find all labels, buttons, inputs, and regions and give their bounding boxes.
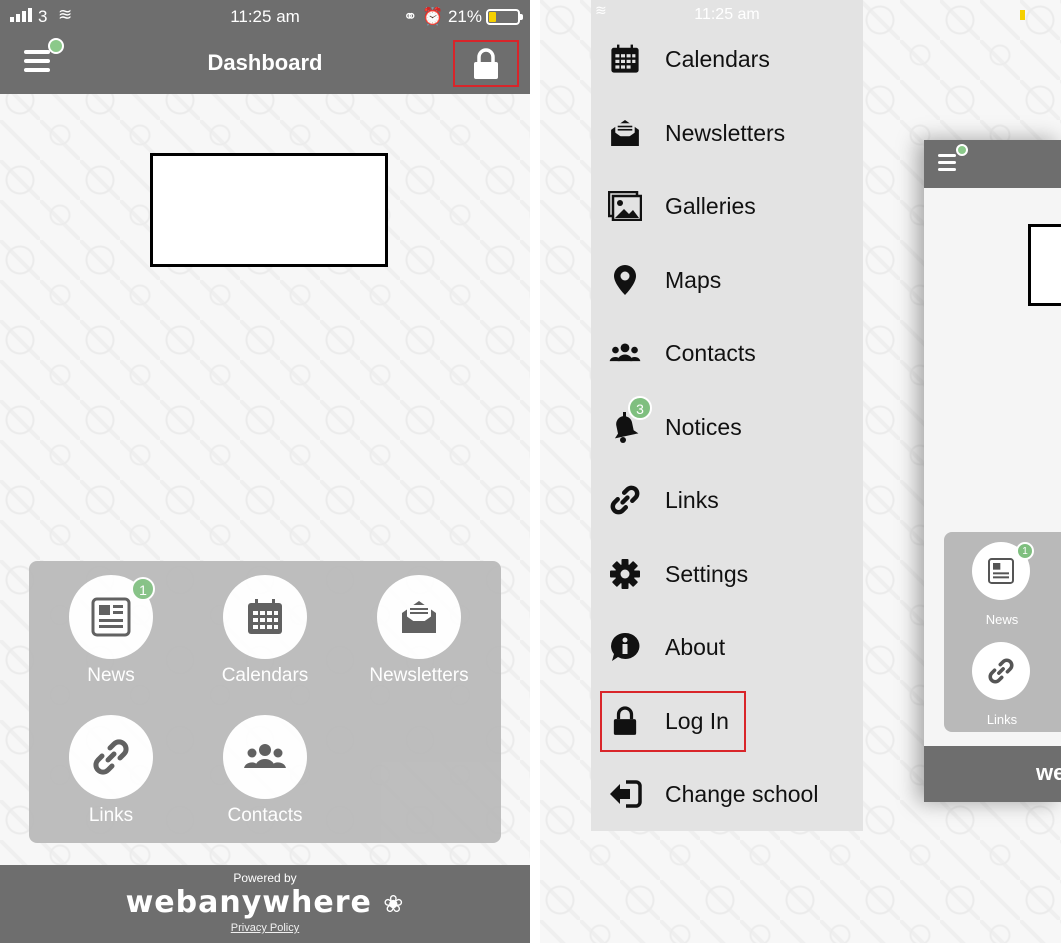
battery-icon (486, 9, 523, 25)
brand-name: webanywhere (125, 885, 372, 920)
news-badge: 1 (1016, 542, 1034, 560)
preview-tile-links: Links (972, 642, 1032, 727)
leaf-icon: ❀ (383, 890, 405, 918)
menu-item-label: Settings (665, 560, 749, 587)
menu-item-label: Maps (665, 266, 722, 293)
tile-calendars[interactable]: Calendars (190, 575, 340, 687)
status-indicator-yellow (1020, 10, 1025, 20)
menu-item-label: Contacts (665, 339, 756, 366)
menu-item-label: About (665, 633, 726, 660)
menu-item-label: Notices (665, 413, 742, 440)
notification-dot (956, 144, 968, 156)
tile-contacts[interactable]: Contacts (190, 715, 340, 827)
preview-footer: we (924, 746, 1061, 802)
menu-item-label: Links (665, 486, 719, 513)
tile-label: Calendars (221, 665, 309, 686)
link-icon (610, 485, 640, 515)
menu-item-settings[interactable]: Settings (591, 544, 863, 604)
menu-item-galleries[interactable]: Galleries (591, 176, 863, 236)
gallery-icon (608, 191, 642, 221)
brand-fragment: we (1036, 760, 1061, 785)
tile-label: Links (986, 712, 1018, 727)
info-icon (611, 632, 640, 661)
calendar-icon (248, 599, 282, 634)
people-icon (244, 744, 286, 768)
tile-label: Newsletters (369, 665, 469, 686)
menu-item-calendars[interactable]: Calendars (591, 29, 863, 89)
sign-out-icon (610, 780, 642, 808)
menu-item-label: Change school (665, 780, 819, 807)
preview-header-bar (924, 140, 1061, 188)
tile-links[interactable]: Links (36, 715, 186, 827)
calendar-icon (611, 44, 639, 73)
menu-item-notices[interactable]: 3 Notices (591, 396, 863, 457)
tile-newsletters[interactable]: Newsletters (344, 575, 494, 687)
battery-percent: 21% (447, 7, 482, 26)
newspaper-icon (91, 597, 131, 637)
gear-icon (610, 559, 640, 589)
brand-logo: webanywhere ❀ (0, 885, 530, 920)
dashboard-screen: 3 ≋ 11:25 am ⚭ ⏰ 21% Dashboard 1 News Ca… (0, 0, 530, 943)
newspaper-icon (988, 558, 1014, 584)
notices-badge: 3 (628, 396, 652, 420)
menu-item-label: Log In (665, 707, 729, 734)
menu-item-label: Newsletters (665, 119, 786, 146)
status-right: ⚭ ⏰ 21% (403, 7, 482, 27)
menu-item-log-in[interactable]: Log In (591, 691, 863, 751)
lock-button[interactable] (453, 40, 519, 87)
envelope-icon (611, 120, 639, 146)
menu-item-label: Calendars (665, 45, 770, 72)
menu-item-about[interactable]: About (591, 617, 863, 677)
link-icon (93, 739, 129, 775)
status-bar: 3 ≋ 11:25 am ⚭ ⏰ 21% (0, 0, 530, 34)
menu-item-links[interactable]: Links (591, 470, 863, 530)
page-title: Dashboard (207, 50, 323, 75)
menu-item-maps[interactable]: Maps (591, 250, 863, 310)
school-logo-placeholder (1028, 224, 1061, 306)
hamburger-icon (938, 144, 968, 172)
orientation-lock-icon: ⚭ (403, 7, 418, 26)
powered-by-label: Powered by (233, 871, 297, 885)
preview-tiles: 1 News Links (944, 532, 1061, 732)
side-menu: ≋ 11:25 am Calendars Newsletters Galleri… (591, 0, 863, 831)
tile-label: News (985, 612, 1019, 627)
lock-icon (474, 47, 498, 79)
alarm-icon: ⏰ (422, 7, 444, 26)
news-badge: 1 (131, 577, 155, 601)
school-logo-placeholder (150, 153, 388, 267)
privacy-policy-link[interactable]: Privacy Policy (0, 922, 530, 934)
envelope-icon (402, 601, 436, 633)
status-time: 11:25 am (694, 6, 760, 23)
tile-label: Links (88, 805, 134, 826)
link-icon (988, 658, 1014, 684)
menu-item-contacts[interactable]: Contacts (591, 323, 863, 383)
tile-label: News (87, 665, 135, 686)
menu-item-newsletters[interactable]: Newsletters (591, 103, 863, 163)
tile-news[interactable]: 1 News (36, 575, 186, 687)
lock-icon (613, 706, 637, 735)
map-pin-icon (614, 265, 636, 295)
menu-item-label: Galleries (665, 192, 756, 219)
dashboard-tiles: 1 News Calendars Newsletters Links Conta… (29, 561, 501, 843)
tile-label: Contacts (227, 805, 303, 826)
preview-tile-news: 1 News (972, 542, 1034, 627)
menu-item-change-school[interactable]: Change school (591, 764, 863, 824)
header-bar: Dashboard (0, 34, 530, 94)
footer: Powered by webanywhere ❀ Privacy Policy (0, 865, 530, 943)
dashboard-preview[interactable]: 1 News Links we (924, 140, 1061, 802)
people-icon (609, 343, 641, 362)
